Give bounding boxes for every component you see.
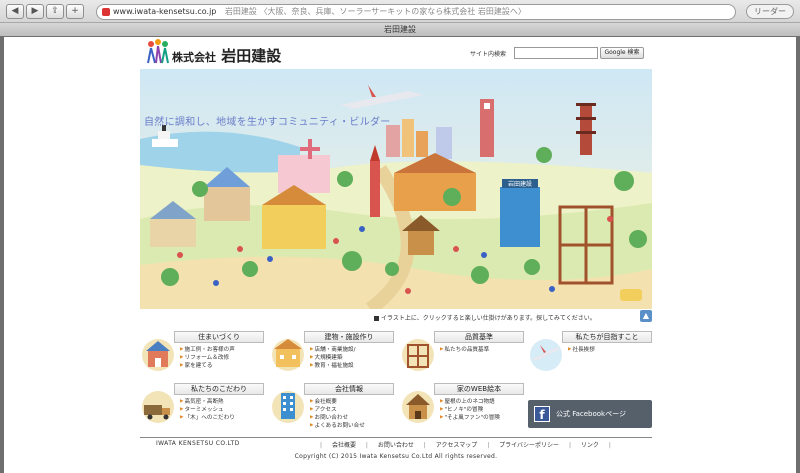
- facebook-icon: f: [534, 406, 550, 422]
- menu-link[interactable]: 屋根の上のネコ物語: [440, 398, 500, 406]
- forward-icon[interactable]: ▶: [26, 4, 44, 19]
- town-illustration: 岩田建設: [140, 69, 652, 309]
- company-title: 岩田建設: [221, 47, 282, 65]
- menu-link[interactable]: 「木」へのこだわり: [180, 414, 234, 422]
- footer-nav: IWATA KENSETSU CO.LTD | 会社概要 | お問い合わせ | …: [140, 440, 652, 450]
- menu-link[interactable]: よくあるお問い合せ: [310, 422, 364, 430]
- menu-title-housing[interactable]: 住まいづくり: [174, 331, 264, 343]
- menu-links-picture-book: 屋根の上のネコ物語 "ヒノキ"の冒険 "そよ風ファン"の冒険: [440, 398, 500, 422]
- mountain-icon[interactable]: ▲: [640, 310, 652, 322]
- footer-link[interactable]: アクセスマップ: [436, 442, 478, 449]
- menu-block-housing: 住まいづくり 施工例・お客様の声 リフォーム＆改修 家を建てる: [140, 331, 264, 377]
- reader-button[interactable]: リーダー: [746, 4, 794, 19]
- menu-link[interactable]: 大規模建築: [310, 354, 356, 362]
- station-sign: 岩田建設: [508, 180, 532, 188]
- company-name[interactable]: 株式会社 岩田建設: [172, 45, 281, 66]
- menu-block-vision: 私たちが目指すこと 社長挨拶: [528, 331, 652, 377]
- house-icon[interactable]: [140, 333, 176, 373]
- footer-company: IWATA KENSETSU CO.LTD: [156, 440, 240, 447]
- facebook-label: 公式 Facebookページ: [556, 410, 626, 418]
- browser-toolbar: ◀ ▶ ⇪ + www.iwata-kensetsu.co.jp 岩田建設 〈大…: [0, 0, 800, 36]
- nav-buttons: ◀ ▶ ⇪ +: [6, 4, 86, 19]
- new-tab-icon[interactable]: +: [66, 4, 84, 19]
- footer-link[interactable]: リンク: [581, 442, 599, 449]
- tab-title[interactable]: 岩田建設: [0, 22, 800, 36]
- menu-block-picture-book: 家のWEB絵本 屋根の上のネコ物語 "ヒノキ"の冒険 "そよ風ファン"の冒険: [400, 383, 524, 429]
- menu-link[interactable]: ターミメッシュ: [180, 406, 235, 414]
- menu-title-commitment[interactable]: 私たちのこだわり: [174, 383, 264, 395]
- office-building-icon[interactable]: [270, 385, 306, 425]
- menu-links-vision: 社長挨拶: [568, 346, 594, 354]
- building-icon[interactable]: [270, 333, 306, 373]
- menu-links-commitment: 高気密・高断熱 ターミメッシュ 「木」へのこだわり: [180, 398, 235, 422]
- hero-tagline: 自然に調和し、地域を生かすコミュニティ・ビルダー: [144, 117, 391, 128]
- menu-link[interactable]: アクセス: [310, 406, 365, 414]
- menu-link[interactable]: 教育・福祉施設: [310, 362, 356, 370]
- share-icon[interactable]: ⇪: [46, 4, 64, 19]
- menu-link[interactable]: 会社概要: [310, 398, 365, 406]
- footer-link[interactable]: プライバシーポリシー: [499, 442, 559, 449]
- url-text: www.iwata-kensetsu.co.jp: [113, 7, 217, 16]
- menu-links-quality: 私たちの品質基準: [440, 346, 489, 354]
- menu-link[interactable]: 高気密・高断熱: [180, 398, 235, 406]
- footer-divider: [140, 437, 652, 438]
- menu-title-quality[interactable]: 品質基準: [434, 331, 524, 343]
- menu-link[interactable]: 店舗・商業施設/: [310, 346, 355, 354]
- company-prefix: 株式会社: [172, 51, 216, 64]
- menu-link[interactable]: 家を建てる: [180, 362, 235, 370]
- menu-link[interactable]: 私たちの品質基準: [440, 346, 489, 354]
- menu-block-company: 会社情報 会社概要 アクセス お問い合わせ よくあるお問い合せ: [270, 383, 394, 429]
- airplane-icon[interactable]: [528, 333, 564, 373]
- menu-link[interactable]: "そよ風ファン"の冒険: [440, 414, 500, 422]
- menu-link[interactable]: 社長挨拶: [568, 346, 594, 354]
- address-bar[interactable]: www.iwata-kensetsu.co.jp 岩田建設 〈大阪、奈良、兵庫、…: [96, 4, 736, 20]
- content-wrap: 株式会社 岩田建設 サイト内検索 Google 検索 岩田建設 自然に調和し、地…: [140, 37, 660, 473]
- menu-link[interactable]: リフォーム＆改修: [180, 354, 235, 362]
- bullet-square-icon: [374, 316, 379, 321]
- menu-title-company[interactable]: 会社情報: [304, 383, 394, 395]
- menu-link[interactable]: 施工例・お客様の声: [180, 346, 234, 354]
- truck-icon[interactable]: [140, 385, 176, 425]
- back-icon[interactable]: ◀: [6, 4, 24, 19]
- menu-links-buildings: 店舗・商業施設/ 大規模建築 教育・福祉施設: [310, 346, 356, 370]
- copyright: Copyright (C) 2015 Iwata Kensetsu Co.Ltd…: [294, 453, 498, 460]
- footer-link[interactable]: 会社概要: [332, 442, 356, 449]
- page-title-text: 岩田建設 〈大阪、奈良、兵庫、ソーラーサーキットの家なら株式会社 岩田建設へ〉: [224, 7, 526, 16]
- cottage-icon[interactable]: [400, 385, 436, 425]
- footer-links: | 会社概要 | お問い合わせ | アクセスマップ | プライバシーポリシー |…: [320, 442, 611, 449]
- footer-link[interactable]: お問い合わせ: [378, 442, 414, 449]
- hero-illustration[interactable]: 岩田建設 自然に調和し、地域を生かすコミュニティ・ビルダー: [140, 69, 652, 309]
- menu-title-picture-book[interactable]: 家のWEB絵本: [434, 383, 524, 395]
- menu-title-vision[interactable]: 私たちが目指すこと: [562, 331, 652, 343]
- menu-block-buildings: 建物・施設作り 店舗・商業施設/ 大規模建築 教育・福祉施設: [270, 331, 394, 377]
- menu-links-housing: 施工例・お客様の声 リフォーム＆改修 家を建てる: [180, 346, 235, 370]
- facebook-page-button[interactable]: f 公式 Facebookページ: [528, 400, 652, 428]
- company-logo-icon[interactable]: [146, 39, 170, 65]
- favicon-icon: [102, 8, 110, 16]
- menu-block-quality: 品質基準 私たちの品質基準: [400, 331, 524, 377]
- menu-links-company: 会社概要 アクセス お問い合わせ よくあるお問い合せ: [310, 398, 365, 430]
- menu-block-commitment: 私たちのこだわり 高気密・高断熱 ターミメッシュ 「木」へのこだわり: [140, 383, 264, 429]
- menu-title-buildings[interactable]: 建物・施設作り: [304, 331, 394, 343]
- google-search-button[interactable]: Google 検索: [600, 47, 644, 59]
- web-page: 株式会社 岩田建設 サイト内検索 Google 検索 岩田建設 自然に調和し、地…: [4, 37, 796, 473]
- search-label: サイト内検索: [470, 51, 507, 58]
- hero-hint: イラスト上に、クリックすると楽しい仕掛けがあります。探してみてください。: [374, 313, 596, 322]
- menu-link[interactable]: "ヒノキ"の冒険: [440, 406, 500, 414]
- menu-link[interactable]: お問い合わせ: [310, 414, 365, 422]
- search-input[interactable]: [514, 47, 598, 59]
- site-search: サイト内検索 Google 検索: [470, 47, 660, 63]
- frame-structure-icon[interactable]: [400, 333, 436, 373]
